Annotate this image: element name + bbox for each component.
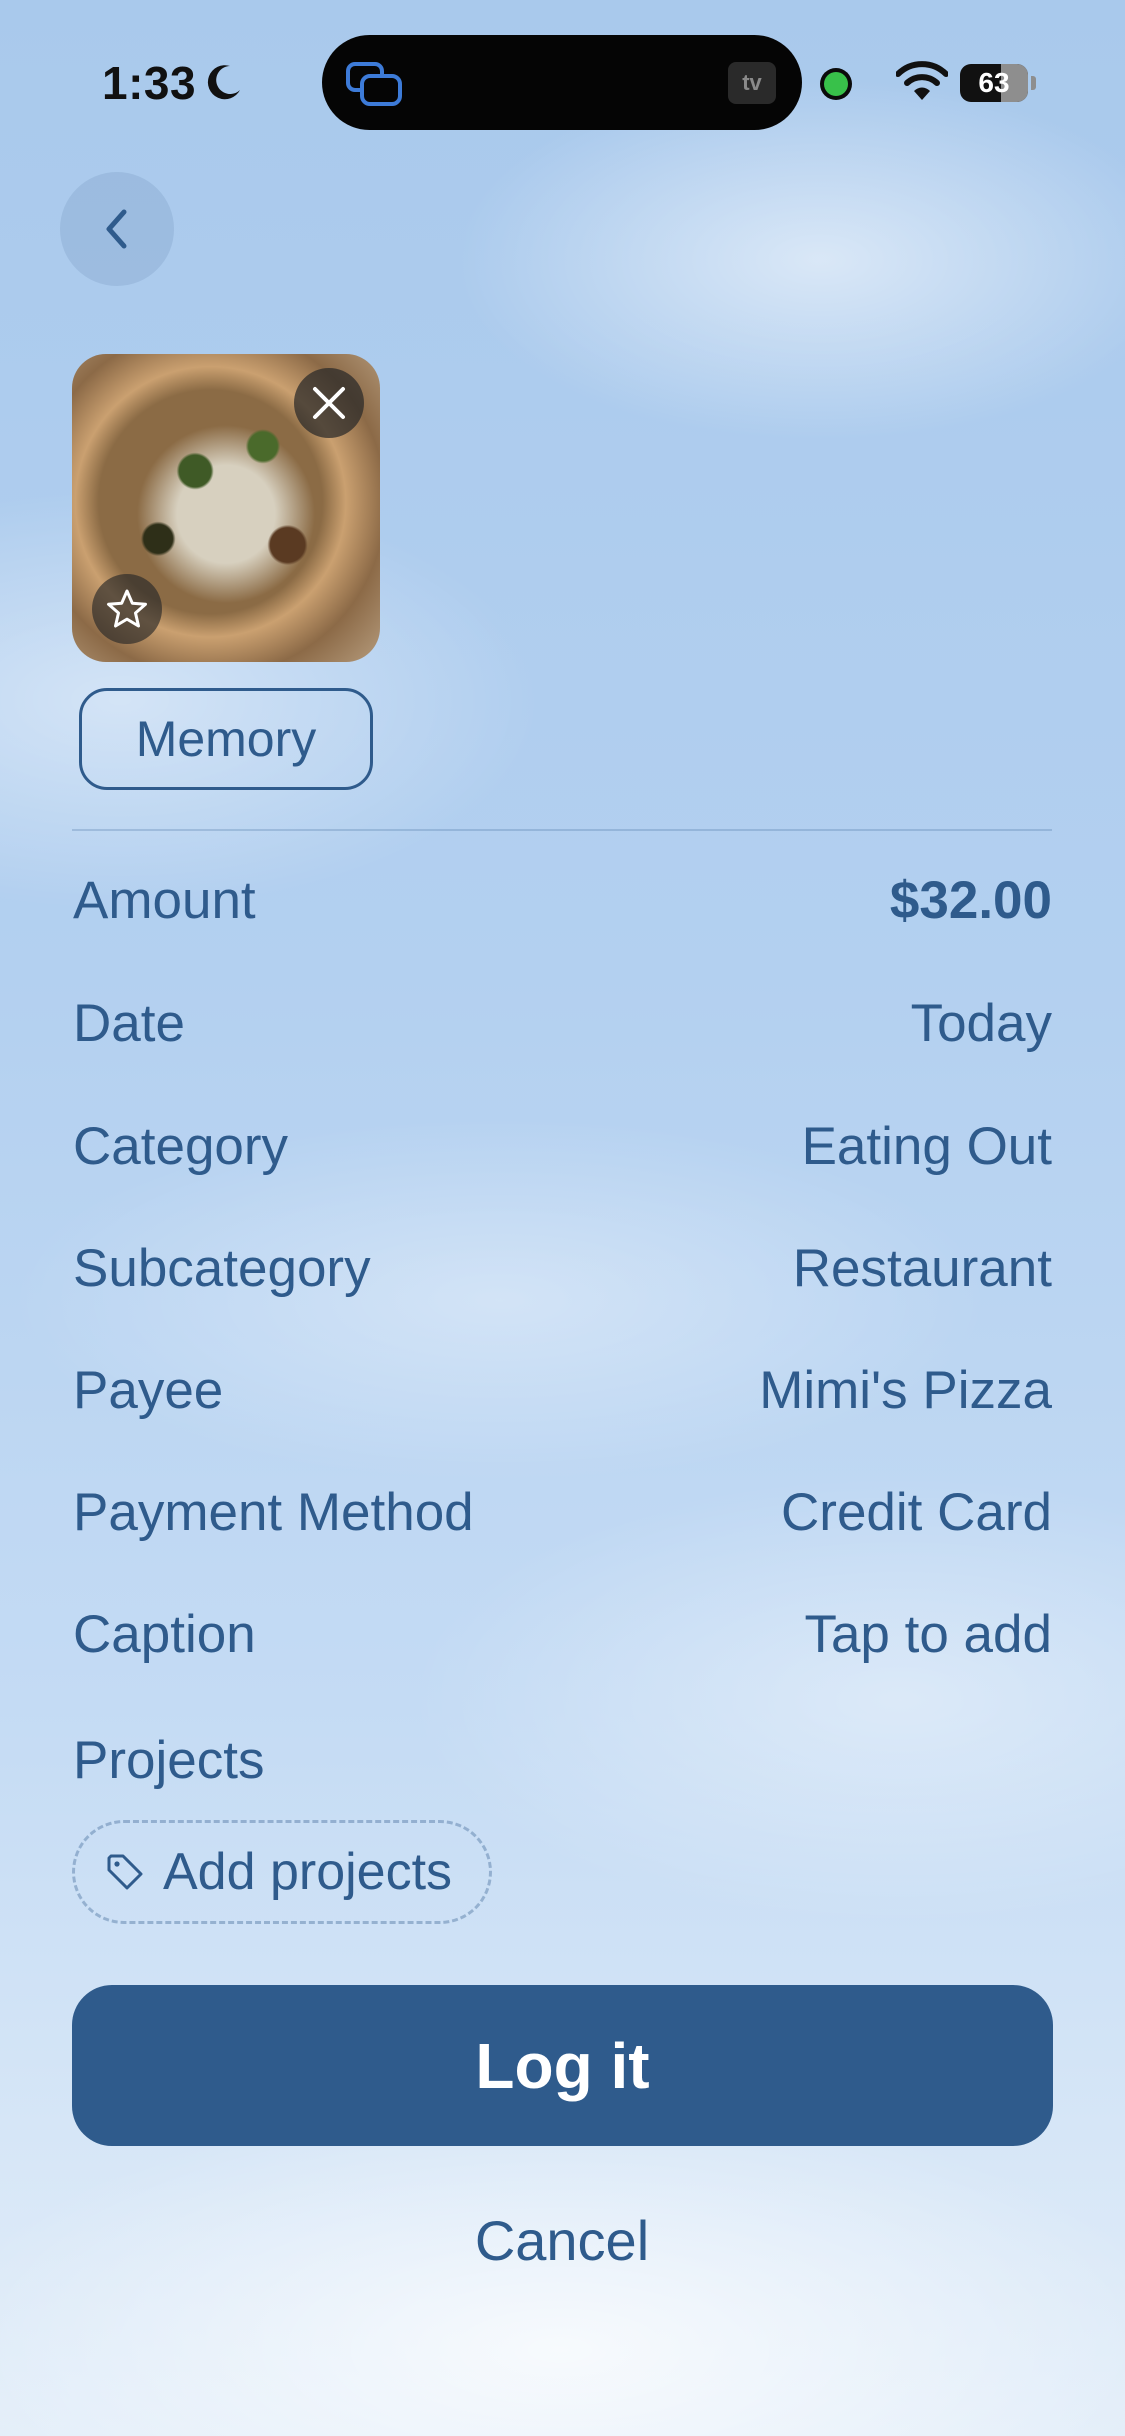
row-label: Payee [73,1361,224,1420]
row-label: Payment Method [73,1483,474,1542]
log-it-button[interactable]: Log it [72,1985,1053,2146]
close-icon [313,387,345,419]
row-value[interactable]: Eating Out [802,1116,1052,1177]
row-value[interactable]: $32.00 [890,870,1052,931]
remove-photo-button[interactable] [294,368,364,438]
subcategory-row[interactable]: Subcategory Restaurant [73,1238,1052,1299]
cancel-button[interactable]: Cancel [362,2200,762,2280]
battery-level: 63 [978,67,1010,98]
row-label: Category [73,1117,289,1176]
row-value[interactable]: Restaurant [793,1238,1052,1299]
back-button[interactable] [60,172,174,286]
amount-row[interactable]: Amount $32.00 [73,870,1052,931]
row-value[interactable]: Tap to add [804,1604,1052,1665]
tv-badge-label: tv [742,70,762,95]
row-label: Date [73,994,185,1053]
chevron-left-icon [106,209,127,249]
status-time: 1:33 [102,57,197,109]
row-label: Subcategory [73,1239,371,1298]
category-row[interactable]: Category Eating Out [73,1116,1052,1177]
battery-nub [1031,76,1036,90]
add-projects-button[interactable]: Add projects [72,1820,492,1924]
memory-button[interactable]: Memory [79,688,373,790]
row-value[interactable]: Credit Card [781,1482,1052,1543]
payment-method-row[interactable]: Payment Method Credit Card [73,1482,1052,1543]
add-projects-label: Add projects [163,1843,453,1901]
moon-icon [207,65,240,100]
battery-indicator: 63 [960,64,1028,102]
tag-icon [107,1854,143,1890]
payee-row[interactable]: Payee Mimi's Pizza [73,1360,1052,1421]
row-label: Caption [73,1605,256,1664]
row-value[interactable]: Mimi's Pizza [759,1360,1052,1421]
divider [72,829,1052,831]
row-value[interactable]: Today [911,993,1052,1054]
caption-row[interactable]: Caption Tap to add [73,1604,1052,1665]
row-label: Amount [73,871,256,930]
screen-mirroring-icon [346,62,402,106]
projects-label: Projects [73,1731,265,1790]
date-row[interactable]: Date Today [73,993,1052,1054]
star-icon [107,589,147,628]
apple-tv-icon: tv [728,62,776,104]
wifi-icon [896,61,948,100]
camera-indicator-dot [824,72,848,96]
favorite-photo-button[interactable] [92,574,162,644]
